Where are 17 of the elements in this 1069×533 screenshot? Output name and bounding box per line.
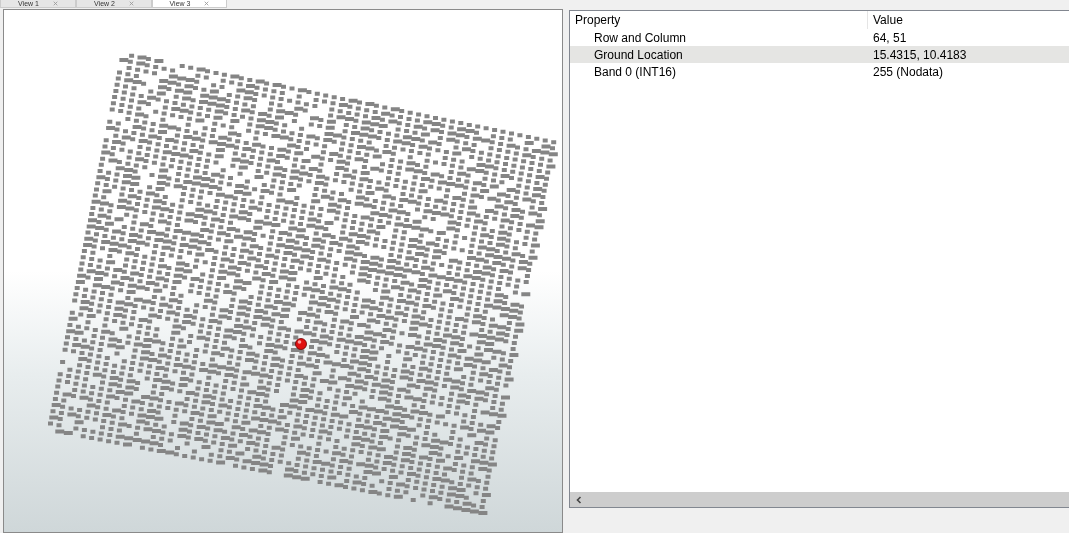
property-name: Ground Location: [593, 47, 684, 62]
property-value: 15.4315, 10.4183: [873, 47, 967, 62]
location-marker-icon: [295, 338, 307, 350]
property-row[interactable]: Row and Column 64, 51: [570, 29, 1069, 46]
property-name: Row and Column: [593, 30, 688, 45]
close-icon[interactable]: [128, 1, 134, 6]
close-icon[interactable]: [52, 1, 58, 6]
column-header[interactable]: Value: [868, 13, 903, 27]
property-value: 64, 51: [873, 30, 907, 45]
property-name: Band 0 (INT16): [593, 64, 678, 79]
scroll-left-icon[interactable]: [575, 495, 583, 504]
horizontal-scrollbar[interactable]: [570, 491, 1069, 507]
property-row[interactable]: Ground Location 15.4315, 10.4183: [570, 46, 1069, 63]
column-header[interactable]: Property: [570, 11, 868, 29]
property-value: 255 (Nodata): [873, 64, 944, 79]
property-row[interactable]: Band 0 (INT16) 255 (Nodata): [570, 63, 1069, 80]
close-icon[interactable]: [204, 1, 210, 6]
